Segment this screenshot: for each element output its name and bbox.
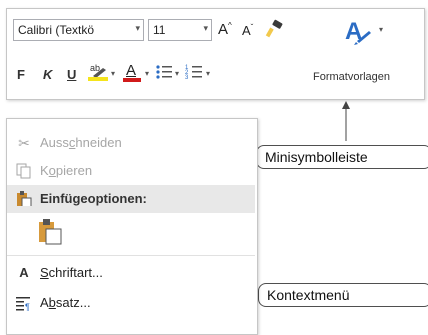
- menu-item-cut[interactable]: ✂ Ausschneiden: [7, 129, 255, 157]
- menu-item-font[interactable]: A Schriftart...: [7, 259, 255, 287]
- paste-options-header: Einfügeoptionen:: [7, 185, 255, 213]
- menu-item-label: Schriftart...: [40, 265, 103, 280]
- copy-icon: [16, 163, 31, 179]
- menu-item-label: Kopieren: [40, 163, 93, 178]
- context-menu: ✂ Ausschneiden Kopieren Einfügeoptionen:…: [6, 118, 258, 335]
- arrow-up-icon: [342, 101, 350, 109]
- contextmenu-callout: Kontextmenü: [258, 283, 428, 307]
- svg-text:¶: ¶: [25, 302, 30, 311]
- menu-separator: [7, 255, 255, 256]
- paragraph-icon: ¶: [16, 297, 30, 311]
- menu-item-label: Absatz...: [40, 295, 91, 310]
- paste-icon: [17, 191, 32, 206]
- menu-item-copy[interactable]: Kopieren: [7, 157, 255, 185]
- scissors-icon: ✂: [18, 135, 30, 151]
- menu-item-paragraph[interactable]: ¶ Absatz...: [7, 289, 255, 317]
- menu-item-label: Ausschneiden: [40, 135, 122, 150]
- minitoolbar-callout: Minisymbolleiste: [256, 145, 428, 169]
- paste-keep-formatting-button[interactable]: [37, 217, 65, 247]
- font-icon: A: [19, 265, 29, 280]
- paste-keep-formatting-icon: [39, 219, 62, 245]
- paste-options-label: Einfügeoptionen:: [40, 191, 147, 206]
